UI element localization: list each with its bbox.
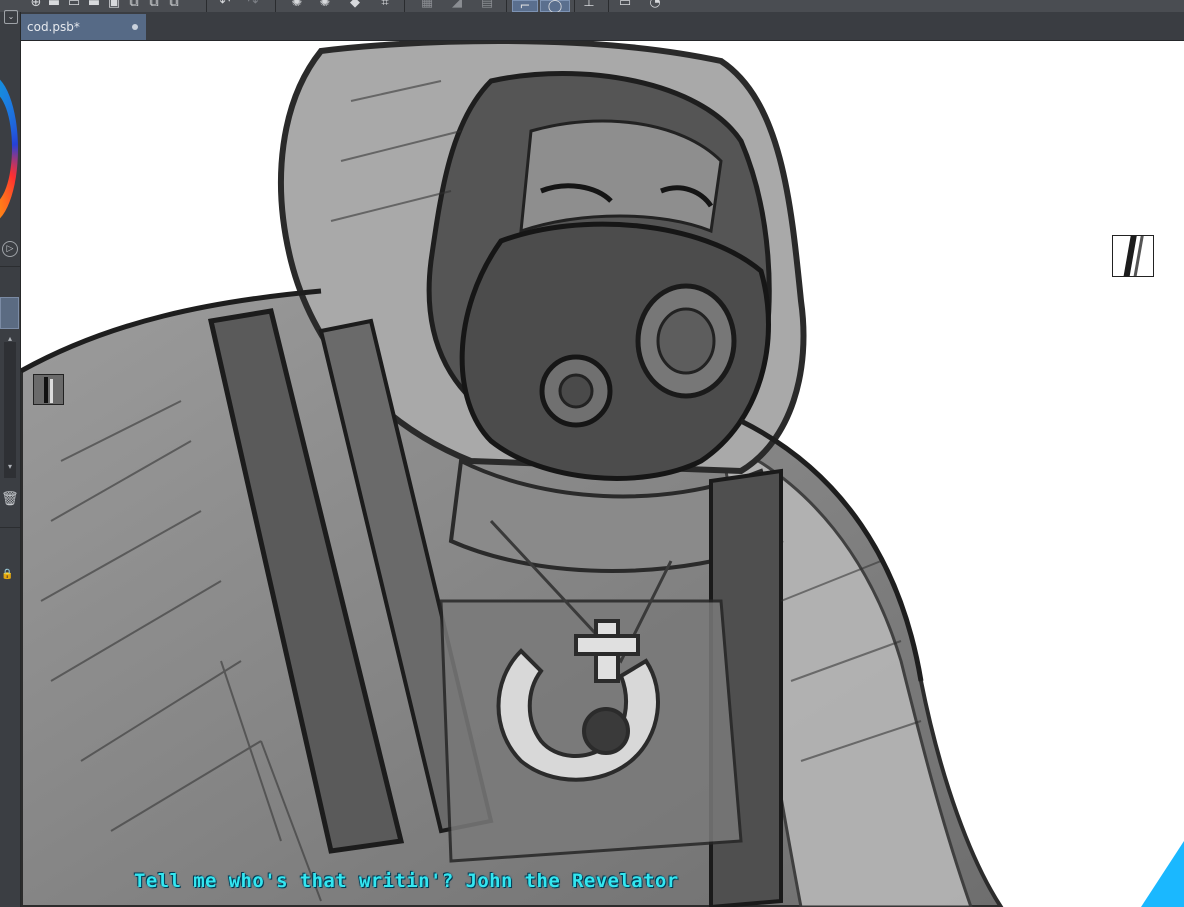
undo-icon[interactable]: ↶: [216, 0, 234, 9]
redo-icon[interactable]: ↷: [244, 0, 262, 9]
open-file-icon[interactable]: ▬: [46, 0, 62, 9]
drawing-canvas[interactable]: [21, 41, 1184, 907]
toolbar-divider: [506, 0, 507, 12]
copy-icon[interactable]: ▣: [106, 0, 122, 9]
toolbar-divider: [608, 0, 609, 12]
toolbar-divider: [574, 0, 575, 12]
clear-icon[interactable]: ✺: [288, 0, 306, 9]
frame-icon[interactable]: ▤: [478, 0, 496, 9]
scroll-up-icon[interactable]: ▴: [5, 334, 15, 344]
cut-icon[interactable]: ⧉: [126, 0, 142, 9]
new-file-icon[interactable]: ⊕: [28, 0, 44, 9]
chevron-down-icon[interactable]: ⌄: [4, 10, 18, 24]
trash-icon[interactable]: 🗑: [1, 490, 19, 508]
reference-thumbnail[interactable]: [33, 374, 64, 405]
tab-title: cod.psb*: [27, 20, 80, 34]
save-icon[interactable]: ▭: [66, 0, 82, 9]
document-tab-bar: cod.psb*: [21, 12, 1184, 41]
tab-document[interactable]: cod.psb*: [21, 14, 146, 40]
lock-icon[interactable]: 🔒: [1, 569, 13, 581]
toolbar-divider: [275, 0, 276, 12]
select-lasso-icon[interactable]: ◯: [540, 0, 570, 13]
clear-outside-icon[interactable]: ✺: [316, 0, 334, 9]
mask-icon[interactable]: ◢: [448, 0, 466, 9]
sketch-artwork: [21, 41, 1184, 907]
window-icon[interactable]: ▭: [616, 0, 634, 9]
transform-icon[interactable]: ⌗: [376, 0, 394, 9]
left-palette: ⌄ ▷ ▴ ▾ 🗑 🔒: [0, 10, 21, 907]
panel-divider: [0, 266, 20, 267]
ruler-icon[interactable]: ⊥: [580, 0, 598, 9]
scroll-down-icon[interactable]: ▾: [5, 462, 15, 472]
toolbar-divider: [404, 0, 405, 12]
export-icon[interactable]: ▬: [86, 0, 102, 9]
layer-item-selected[interactable]: [0, 297, 19, 329]
select-rect-icon[interactable]: ⌐: [512, 0, 538, 13]
close-dot-icon[interactable]: [132, 24, 138, 30]
play-icon[interactable]: ▷: [2, 241, 18, 257]
subtitle-caption: Tell me who's that writin'? John the Rev…: [134, 870, 679, 892]
fill-icon[interactable]: ◆: [346, 0, 364, 9]
toolbar-divider: [206, 0, 207, 12]
reference-thumbnail[interactable]: [1112, 235, 1154, 277]
layer-scrollbar[interactable]: [4, 342, 16, 478]
crop-icon[interactable]: ▦: [418, 0, 436, 9]
paste-icon[interactable]: ⧉: [146, 0, 162, 9]
clipboard-icon[interactable]: ⧉: [166, 0, 182, 9]
share-icon[interactable]: ◔: [646, 0, 664, 9]
panel-divider: [0, 527, 20, 528]
